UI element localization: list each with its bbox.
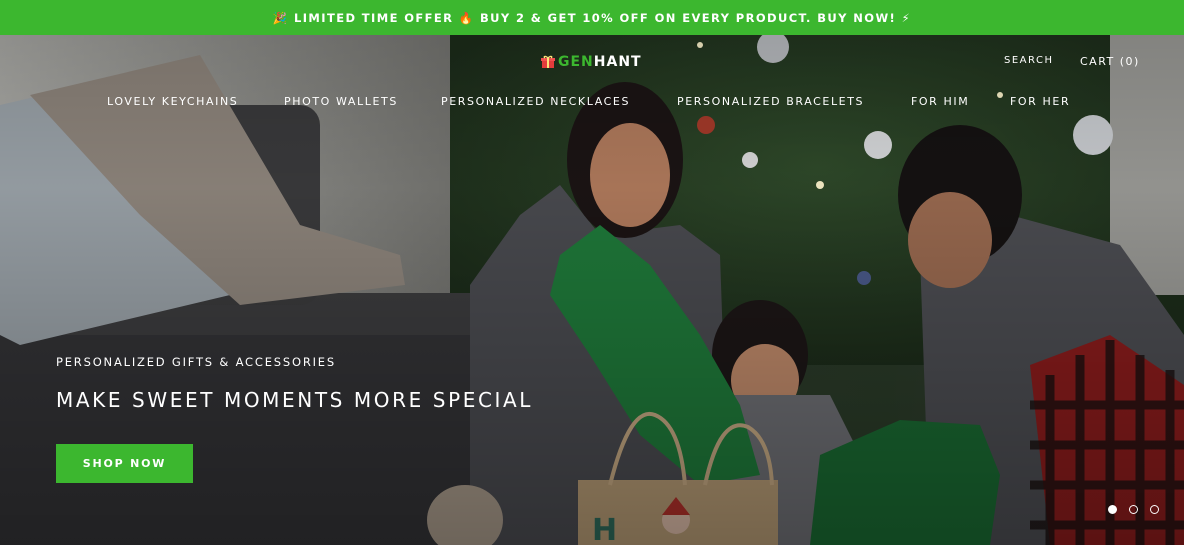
- shop-now-button[interactable]: SHOP NOW: [56, 444, 193, 483]
- logo-text-suffix: HANT: [593, 54, 642, 70]
- hero-eyebrow: PERSONALIZED GIFTS & ACCESSORIES: [56, 355, 336, 369]
- site-logo[interactable]: GEN HANT: [541, 52, 642, 72]
- hero-banner: H GENHANT SEARCH CART (0) LOVELY KEYCHAI…: [0, 35, 1184, 545]
- slider-pagination: [1108, 505, 1159, 514]
- main-nav: LOVELY KEYCHAINS PHOTO WALLETS PERSONALI…: [0, 95, 1184, 109]
- nav-item-personalized-necklaces[interactable]: PERSONALIZED NECKLACES: [441, 95, 630, 108]
- nav-item-for-her[interactable]: FOR HER: [1010, 95, 1070, 108]
- gift-icon: [541, 55, 555, 68]
- slider-dot-2[interactable]: [1129, 505, 1138, 514]
- logo-text-prefix: GEN: [558, 54, 594, 70]
- announcement-text: 🎉 LIMITED TIME OFFER 🔥 BUY 2 & GET 10% O…: [272, 10, 912, 25]
- cart-link[interactable]: CART (0): [1080, 55, 1140, 68]
- nav-item-for-him[interactable]: FOR HIM: [911, 95, 969, 108]
- nav-item-lovely-keychains[interactable]: LOVELY KEYCHAINS: [107, 95, 238, 108]
- nav-item-personalized-bracelets[interactable]: PERSONALIZED BRACELETS: [677, 95, 864, 108]
- search-link[interactable]: SEARCH: [1004, 55, 1053, 66]
- slider-dot-3[interactable]: [1150, 505, 1159, 514]
- announcement-bar: 🎉 LIMITED TIME OFFER 🔥 BUY 2 & GET 10% O…: [0, 0, 1184, 35]
- hero-headline: MAKE SWEET MOMENTS MORE SPECIAL: [56, 388, 534, 412]
- slider-dot-1[interactable]: [1108, 505, 1117, 514]
- nav-item-photo-wallets[interactable]: PHOTO WALLETS: [284, 95, 398, 108]
